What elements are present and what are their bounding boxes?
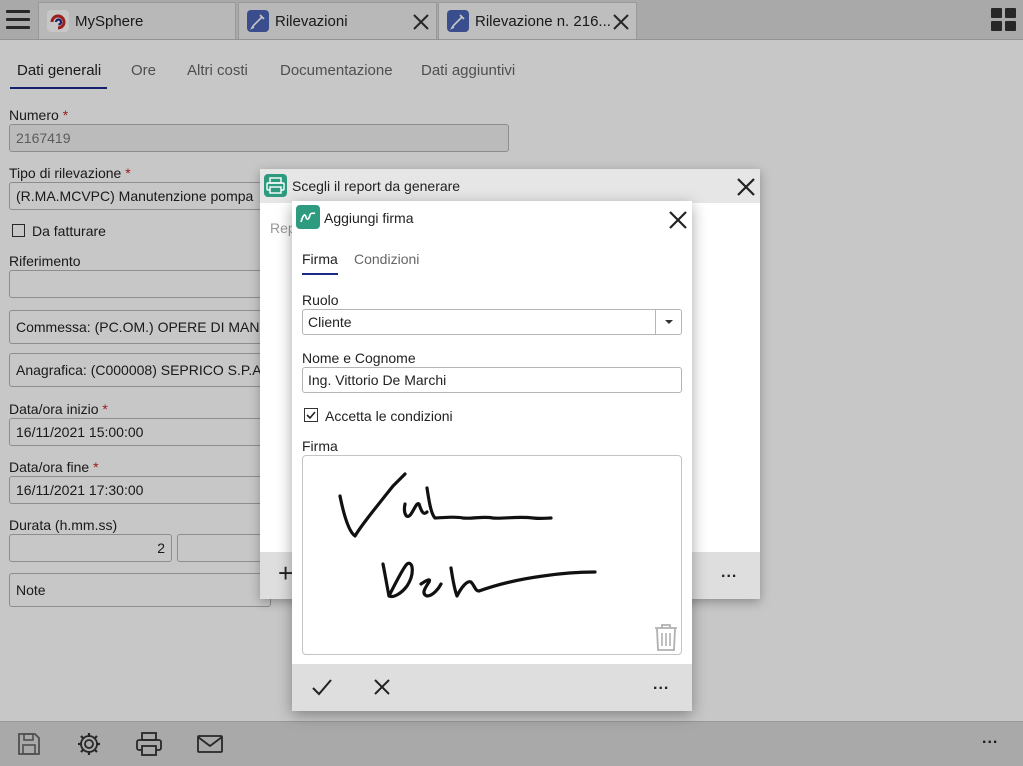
close-icon[interactable] bbox=[736, 177, 756, 197]
report-dialog-header: Scegli il report da generare bbox=[260, 169, 760, 203]
tab-condizioni[interactable]: Condizioni bbox=[354, 251, 419, 267]
add-button[interactable]: + bbox=[278, 558, 293, 589]
ruolo-select[interactable]: Cliente bbox=[302, 309, 682, 335]
ruolo-label: Ruolo bbox=[302, 292, 339, 308]
nome-cognome-field[interactable]: Ing. Vittorio De Marchi bbox=[302, 367, 682, 393]
signature-stroke bbox=[338, 472, 597, 599]
close-icon[interactable] bbox=[668, 210, 688, 230]
confirm-check-icon[interactable] bbox=[310, 675, 334, 699]
more-options-button[interactable]: ... bbox=[721, 564, 737, 582]
more-options-button[interactable]: ... bbox=[653, 676, 669, 694]
trash-icon[interactable] bbox=[653, 622, 679, 652]
report-dialog-title: Scegli il report da generare bbox=[292, 178, 461, 194]
chevron-down-icon[interactable] bbox=[655, 310, 681, 334]
signature-dialog-title: Aggiungi firma bbox=[324, 210, 414, 226]
active-tab-indicator bbox=[302, 273, 338, 275]
nome-cognome-label: Nome e Cognome bbox=[302, 350, 416, 366]
signature-dialog-footer: ... bbox=[292, 664, 692, 711]
firma-label: Firma bbox=[302, 438, 338, 454]
cancel-x-icon[interactable] bbox=[372, 677, 392, 697]
ruolo-value: Cliente bbox=[308, 314, 352, 330]
signature-icon bbox=[296, 205, 320, 229]
printer-icon bbox=[264, 174, 287, 197]
signature-pad[interactable] bbox=[302, 455, 682, 655]
signature-dialog: Aggiungi firma Firma Condizioni Ruolo Cl… bbox=[292, 201, 692, 711]
accetta-condizioni-label: Accetta le condizioni bbox=[325, 408, 453, 424]
tab-firma[interactable]: Firma bbox=[302, 251, 338, 267]
accetta-condizioni-checkbox[interactable] bbox=[304, 408, 318, 422]
